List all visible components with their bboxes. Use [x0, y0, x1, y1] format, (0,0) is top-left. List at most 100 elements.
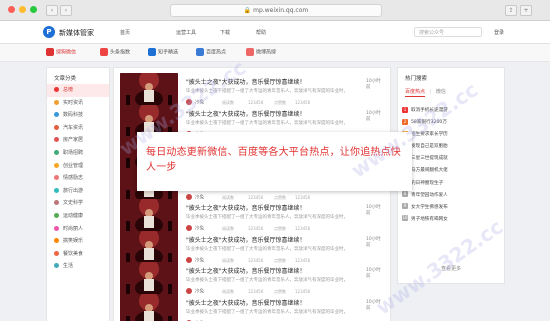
sidebar-item[interactable]: 创业管理	[47, 160, 109, 173]
article-thumbnail[interactable]	[120, 199, 178, 233]
nav-download[interactable]: 下载	[220, 29, 230, 36]
sidebar-item[interactable]: 汽车资讯	[47, 122, 109, 135]
hot-search-panel: 热门搜索 百度热点 | 微信 1取消手机长途漫游258家银行3200万3招生要求…	[397, 67, 505, 284]
tab-hot-baidu[interactable]: 百度热点	[405, 89, 426, 97]
tab-weibo[interactable]: 微博热搜	[246, 48, 276, 56]
sidebar-item[interactable]: 实时资讯	[47, 97, 109, 110]
hot-item-text: 男子地铁有喝网女	[411, 216, 448, 222]
hot-item[interactable]: 8 青年塑园动作爱人	[402, 190, 500, 202]
article-time: 10小时前	[366, 110, 381, 122]
sidebar-item[interactable]: 运动健康	[47, 210, 109, 223]
sidebar-item-label: 汽车资讯	[63, 124, 84, 131]
hot-item[interactable]: 7钓日神圈现生子	[402, 178, 500, 190]
logo-text[interactable]: 新媒体管家	[59, 28, 94, 38]
address-bar[interactable]: 🔒 mp.weixin.qq.com	[170, 4, 382, 17]
new-tab-icon[interactable]: +	[520, 5, 532, 16]
toutiao-icon	[100, 48, 108, 56]
rank-badge: 9	[402, 203, 408, 210]
category-icon	[54, 149, 59, 155]
article-title[interactable]: "披头士之夜"大获成功，音乐餐厅惊喜继续！	[186, 109, 306, 118]
article-thumbnail[interactable]	[120, 73, 178, 107]
article-card[interactable]: "披头士之夜"大获成功，音乐餐厅惊喜继续！ 毕业季披头士夜下搭配了一组了大专运的青…	[120, 73, 383, 107]
hot-item[interactable]: 1 取消手机长途漫游	[402, 105, 500, 117]
tab-label: 搜狗微信	[56, 49, 77, 56]
sidebar-item-label: 餐饮美食	[63, 250, 84, 257]
hot-item-text: 三星三世提现成就	[411, 156, 448, 162]
sidebar-item[interactable]: 情感励志	[47, 172, 109, 185]
hot-item[interactable]: 10 男子地铁有喝网女	[402, 214, 500, 226]
rank-badge: 1	[402, 106, 408, 113]
sidebar-item-label: 旅行出游	[63, 187, 84, 194]
hot-item[interactable]: 2 58家银行3200万	[402, 117, 500, 129]
article-description: 毕业季披头士夜下搭配了一组了大专运的青年音乐人，奔放洋气有深度的毕业时，	[186, 120, 348, 126]
sidebar-item[interactable]: 职场招聘	[47, 147, 109, 160]
tab-toutiao[interactable]: 头条指数	[100, 48, 130, 56]
article-thumbnail[interactable]	[120, 230, 178, 265]
category-icon	[54, 263, 59, 269]
logo-icon[interactable]: P	[43, 26, 55, 38]
maximize-window-button[interactable]	[30, 6, 37, 13]
article-card[interactable]: "披头士之夜"大获成功，音乐餐厅惊喜继续！ 毕业季披头士夜下搭配了一组了大专运的青…	[120, 230, 383, 265]
hot-item-text: 招生要求家长学历	[411, 132, 448, 138]
sidebar-item-label: 运动健康	[63, 212, 84, 219]
sidebar-item[interactable]: 数码科技	[47, 109, 109, 122]
article-time: 10小时前	[366, 79, 381, 90]
minimize-window-button[interactable]	[19, 6, 26, 13]
sidebar-item[interactable]: 生活	[47, 260, 109, 273]
sidebar-item[interactable]: 总榜	[47, 84, 109, 97]
hot-item-text: 马方最闹翻机大佬	[411, 168, 448, 174]
sidebar-item-label: 数码科技	[63, 112, 84, 119]
hot-item-text: 发现自己是双胞胎	[411, 144, 448, 150]
article-time: 10小时前	[366, 268, 381, 279]
article-thumbnail[interactable]	[120, 293, 178, 321]
sidebar-item[interactable]: 搞笑娱乐	[47, 235, 109, 248]
close-window-button[interactable]	[8, 6, 15, 13]
back-arrow-icon[interactable]: ‹	[46, 5, 58, 16]
sidebar-item[interactable]: 文史科学	[47, 197, 109, 210]
article-card[interactable]: "披头士之夜"大获成功，音乐餐厅惊喜继续！ 毕业季披头士夜下搭配了一组了大专运的青…	[120, 293, 383, 321]
article-title[interactable]: "披头士之夜"大获成功，音乐餐厅惊喜继续！	[186, 203, 306, 212]
sidebar-item[interactable]: 时尚丽人	[47, 223, 109, 236]
sidebar-title: 文章分类	[54, 76, 77, 82]
tab-sogou[interactable]: 搜狗微信	[46, 48, 76, 56]
see-more-link[interactable]: 查看更多	[398, 265, 504, 272]
article-card[interactable]: "披头士之夜"大获成功，音乐餐厅惊喜继续！ 毕业季披头士夜下搭配了一组了大专运的青…	[120, 199, 383, 233]
hot-item[interactable]: 9 女大学生佛感发布	[402, 202, 500, 214]
hot-item-text: 女大学生佛感发布	[411, 204, 448, 210]
hot-item[interactable]: 3招生要求家长学历	[402, 129, 500, 141]
tab-label: 头条指数	[110, 49, 131, 56]
tab-baidu[interactable]: 百度热点	[196, 48, 226, 56]
tab-hot-weixin[interactable]: 微信	[436, 89, 446, 95]
browser-window: ‹ › 🔒 mp.weixin.qq.com ⇪ + P 新媒体管家 首页 运营…	[0, 0, 550, 321]
hot-item-text: 58家银行3200万	[411, 120, 447, 126]
share-icon[interactable]: ⇪	[505, 5, 517, 16]
login-button[interactable]: 登录	[494, 29, 504, 36]
sidebar-item[interactable]: 旅行出游	[47, 185, 109, 198]
nav-help[interactable]: 帮助	[256, 29, 266, 36]
article-thumbnail[interactable]	[120, 262, 178, 296]
forward-arrow-icon[interactable]: ›	[60, 5, 72, 16]
lock-icon: 🔒	[243, 7, 252, 14]
browser-toolbar: ‹ › 🔒 mp.weixin.qq.com ⇪ +	[0, 0, 550, 21]
article-card[interactable]: "披头士之夜"大获成功，音乐餐厅惊喜继续！ 毕业季披头士夜下搭配了一组了大专运的青…	[120, 262, 383, 296]
article-title[interactable]: "披头士之夜"大获成功，音乐餐厅惊喜继续！	[186, 298, 306, 307]
banner-text: 每日动态更新微信、百度等各大平台热点，让你追热点快人一步	[146, 147, 401, 173]
hot-item[interactable]: 5三星三世提现成就	[402, 153, 500, 165]
sidebar-item[interactable]: 餐饮美食	[47, 248, 109, 261]
nav-tools[interactable]: 运营工具	[176, 29, 196, 36]
hot-item-text: 青年塑园动作爱人	[411, 192, 448, 198]
tab-label: 知乎精选	[158, 49, 179, 56]
hot-item[interactable]: 6马方最闹翻机大佬	[402, 165, 500, 177]
sidebar-item-label: 职场招聘	[63, 149, 84, 156]
article-title[interactable]: "披头士之夜"大获成功，音乐餐厅惊喜继续！	[186, 235, 306, 244]
search-input[interactable]: 搜索公众号	[414, 27, 482, 37]
category-icon	[54, 187, 59, 193]
hot-item[interactable]: 4发现自己是双胞胎	[402, 141, 500, 153]
article-title[interactable]: "披头士之夜"大获成功，音乐餐厅惊喜继续！	[186, 266, 306, 275]
tab-label: 百度热点	[206, 49, 227, 56]
sidebar-item[interactable]: 房产家居	[47, 134, 109, 147]
category-icon	[54, 124, 59, 130]
nav-home[interactable]: 首页	[120, 29, 130, 36]
tab-zhihu[interactable]: 知乎精选	[148, 48, 178, 56]
article-title[interactable]: "披头士之夜"大获成功，音乐餐厅惊喜继续！	[186, 77, 306, 86]
